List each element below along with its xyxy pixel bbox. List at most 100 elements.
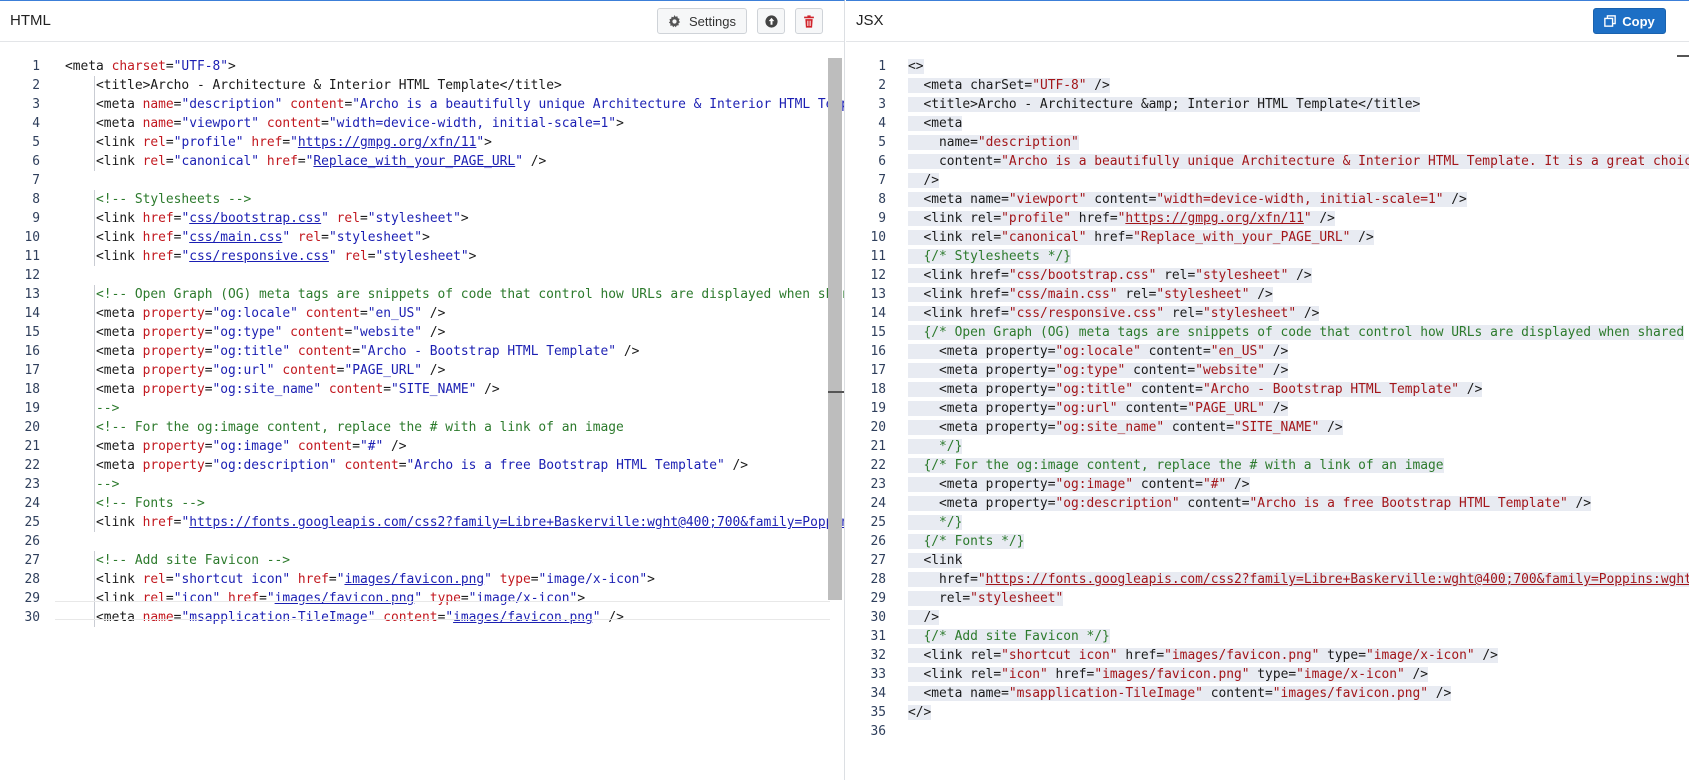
vertical-scrollbar[interactable]: [828, 58, 842, 600]
line-number: 24: [870, 496, 886, 511]
code-text: <>: [908, 59, 924, 74]
line-number: 25: [870, 515, 886, 530]
line-number: 18: [870, 382, 886, 397]
line-number: 17: [24, 363, 40, 378]
code-line: 13 <link href="css/main.css" rel="styles…: [856, 285, 1689, 304]
code-line: 15 {/* Open Graph (OG) meta tags are sni…: [856, 323, 1689, 342]
line-number: 5: [32, 135, 40, 150]
code-text: <meta name="msapplication-TileImage" con…: [908, 686, 1452, 701]
jsx-pane-title: JSX: [856, 12, 884, 29]
code-line[interactable]: 1 <meta charset="UTF-8">: [10, 57, 844, 76]
copy-label: Copy: [1622, 13, 1655, 29]
code-text: <link rel="shortcut icon" href="images/f…: [96, 572, 655, 587]
code-line[interactable]: 22 <meta property="og:description" conte…: [10, 456, 844, 475]
code-text: {/* Open Graph (OG) meta tags are snippe…: [908, 323, 1685, 342]
code-line[interactable]: 9 <link href="css/bootstrap.css" rel="st…: [10, 209, 844, 228]
code-line[interactable]: 28 <link rel="shortcut icon" href="image…: [10, 570, 844, 589]
line-number: 1: [32, 59, 40, 74]
code-text: {/* Add site Favicon */}: [908, 627, 1110, 646]
indent-guide: [94, 494, 95, 513]
line-number: 16: [870, 344, 886, 359]
code-line[interactable]: 15 <meta property="og:type" content="web…: [10, 323, 844, 342]
indent-guide: [94, 475, 95, 494]
code-line[interactable]: 23 -->: [10, 475, 844, 494]
code-text: <meta name="viewport" content="width=dev…: [96, 116, 624, 131]
line-number: 28: [870, 572, 886, 587]
line-number: 8: [32, 192, 40, 207]
line-number: 12: [24, 268, 40, 283]
code-line[interactable]: 24 <!-- Fonts -->: [10, 494, 844, 513]
code-line[interactable]: 10 <link href="css/main.css" rel="styles…: [10, 228, 844, 247]
code-text: <meta property="og:site_name" content="S…: [96, 382, 500, 397]
code-text: <link href="css/responsive.css" rel="sty…: [908, 306, 1320, 321]
line-number: 10: [870, 230, 886, 245]
code-line[interactable]: 18 <meta property="og:site_name" content…: [10, 380, 844, 399]
code-line[interactable]: 5 <link rel="profile" href="https://gmpg…: [10, 133, 844, 152]
jsx-pane-header: JSX Copy: [846, 1, 1689, 42]
code-line[interactable]: 4 <meta name="viewport" content="width=d…: [10, 114, 844, 133]
line-number: 2: [32, 78, 40, 93]
code-line[interactable]: 21 <meta property="og:image" content="#"…: [10, 437, 844, 456]
code-text: -->: [96, 477, 120, 492]
code-line: 10 <link rel="canonical" href="Replace_w…: [856, 228, 1689, 247]
code-line[interactable]: 11 <link href="css/responsive.css" rel="…: [10, 247, 844, 266]
code-text: rel="stylesheet": [908, 589, 1064, 608]
code-line[interactable]: 7: [10, 171, 844, 190]
code-line: 33 <link rel="icon" href="images/favicon…: [856, 665, 1689, 684]
code-line[interactable]: 8 <!-- Stylesheets -->: [10, 190, 844, 209]
code-text: */}: [908, 437, 963, 456]
line-number: 21: [24, 439, 40, 454]
upload-button[interactable]: [757, 8, 785, 34]
copy-icon: [1604, 15, 1617, 27]
indent-guide: [94, 304, 95, 323]
code-text: content="Archo is a beautifully unique A…: [908, 152, 1689, 171]
code-line[interactable]: 27 <!-- Add site Favicon -->: [10, 551, 844, 570]
line-number: 20: [870, 420, 886, 435]
code-text: <link rel="canonical" href="Replace_with…: [908, 230, 1374, 245]
line-number: 12: [870, 268, 886, 283]
code-line[interactable]: 13 <!-- Open Graph (OG) meta tags are sn…: [10, 285, 844, 304]
line-number: 2: [878, 78, 886, 93]
code-text: <link rel="shortcut icon" href="images/f…: [908, 648, 1498, 663]
jsx-code-view[interactable]: 1 <> 2 <meta charSet="UTF-8" /> 3 <title>Ar…: [856, 57, 1689, 741]
code-text: <meta property="og:site_name" content="S…: [908, 420, 1343, 435]
code-text: <link href="css/responsive.css" rel="sty…: [96, 249, 477, 264]
code-line[interactable]: 12: [10, 266, 844, 285]
code-line: 26 {/* Fonts */}: [856, 532, 1689, 551]
code-line[interactable]: 16 <meta property="og:title" content="Ar…: [10, 342, 844, 361]
code-text: <meta property="og:image" content="#" />: [96, 439, 407, 454]
line-number: 20: [24, 420, 40, 435]
code-line[interactable]: 20 <!-- For the og:image content, replac…: [10, 418, 844, 437]
line-number: 16: [24, 344, 40, 359]
settings-button[interactable]: Settings: [657, 8, 747, 34]
code-line[interactable]: 3 <meta name="description" content="Arch…: [10, 95, 844, 114]
line-number: 29: [870, 591, 886, 606]
indent-guide: [94, 228, 95, 247]
code-line: 18 <meta property="og:title" content="Ar…: [856, 380, 1689, 399]
code-line: 35 </>: [856, 703, 1689, 722]
html-code-editor[interactable]: 1 <meta charset="UTF-8"> 2 <title>Archo - …: [10, 57, 844, 627]
line-number: 36: [870, 724, 886, 739]
code-text: <meta charset="UTF-8">: [65, 59, 236, 74]
code-line: 28 href="https://fonts.googleapis.com/cs…: [856, 570, 1689, 589]
code-text: <meta property="og:url" content="PAGE_UR…: [96, 363, 446, 378]
code-line[interactable]: 2 <title>Archo - Architecture & Interior…: [10, 76, 844, 95]
copy-button[interactable]: Copy: [1593, 8, 1666, 34]
code-line[interactable]: 25 <link href="https://fonts.googleapis.…: [10, 513, 844, 532]
code-text: <!-- Add site Favicon -->: [96, 553, 291, 568]
code-line[interactable]: 26: [10, 532, 844, 551]
code-line[interactable]: 14 <meta property="og:locale" content="e…: [10, 304, 844, 323]
delete-button[interactable]: [795, 8, 823, 34]
code-text: <!-- Fonts -->: [96, 496, 205, 511]
code-line[interactable]: 17 <meta property="og:url" content="PAGE…: [10, 361, 844, 380]
indent-guide: [94, 380, 95, 399]
code-line[interactable]: 6 <link rel="canonical" href="Replace_wi…: [10, 152, 844, 171]
code-text: <link href="css/main.css" rel="styleshee…: [96, 230, 430, 245]
code-text: <link: [908, 553, 963, 568]
code-text: <meta property="og:title" content="Archo…: [96, 344, 640, 359]
line-number: 22: [24, 458, 40, 473]
code-text: <meta property="og:locale" content="en_U…: [96, 306, 446, 321]
code-line[interactable]: 19 -->: [10, 399, 844, 418]
line-number: 14: [870, 306, 886, 321]
line-number: 32: [870, 648, 886, 663]
